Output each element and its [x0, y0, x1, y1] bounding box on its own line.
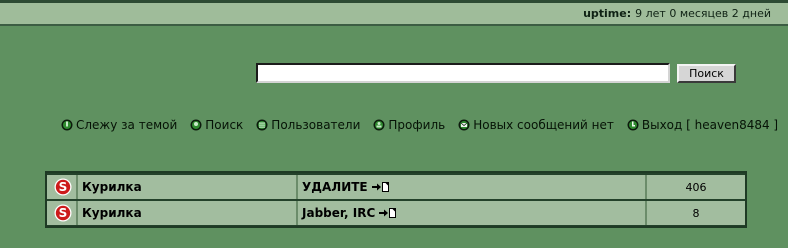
goto-new-post-icon[interactable] — [371, 182, 389, 192]
nav-watched-topics[interactable]: Слежу за темой — [61, 118, 177, 132]
forum-icon-cell: S — [49, 175, 76, 199]
forum-s-icon: S — [54, 178, 71, 196]
topic-title-cell: УДАЛИТЕ — [298, 175, 645, 199]
nav-label: Поиск — [205, 118, 244, 132]
topic-title[interactable]: Jabber, IRC — [302, 206, 375, 220]
forum-name[interactable]: Курилка — [78, 175, 296, 199]
topics-table: S Курилка УДАЛИТЕ 406 S Курилка Jabber, … — [45, 171, 747, 228]
nav-users[interactable]: Пользователи — [256, 118, 360, 132]
nav-label: Выход [ heaven8484 ] — [641, 118, 779, 132]
user-nav: Слежу за темой Поиск Пользователи Профил… — [61, 118, 778, 132]
nav-messages[interactable]: Новых сообщений нет — [458, 118, 614, 132]
table-row: S Курилка УДАЛИТЕ 406 — [47, 175, 745, 199]
status-bar: uptime: 9 лет 0 месяцев 2 дней — [0, 0, 788, 26]
nav-label: Профиль — [388, 118, 446, 132]
uptime-label: uptime: — [583, 7, 632, 20]
post-count: 406 — [685, 180, 707, 194]
nav-label: Пользователи — [271, 118, 361, 132]
logout-icon — [627, 119, 639, 131]
users-icon — [256, 119, 268, 131]
nav-label: Слежу за темой — [76, 118, 178, 132]
goto-new-post-icon[interactable] — [379, 208, 397, 218]
bookmark-icon — [61, 119, 73, 131]
uptime-value: 9 лет 0 месяцев 2 дней — [635, 7, 771, 20]
nav-profile[interactable]: Профиль — [373, 118, 445, 132]
messages-icon — [458, 119, 470, 131]
table-row: S Курилка Jabber, IRC 8 — [47, 201, 745, 225]
svg-text:S: S — [58, 206, 67, 220]
nav-label: Новых сообщений нет — [473, 118, 614, 132]
forum-s-icon: S — [54, 204, 71, 222]
forum-icon-cell: S — [49, 201, 76, 225]
nav-search[interactable]: Поиск — [190, 118, 243, 132]
post-count: 8 — [692, 206, 700, 220]
svg-text:S: S — [58, 180, 67, 194]
profile-icon — [373, 119, 385, 131]
topic-title-cell: Jabber, IRC — [298, 201, 645, 225]
nav-logout[interactable]: Выход [ heaven8484 ] — [627, 118, 778, 132]
topic-title[interactable]: УДАЛИТЕ — [302, 180, 368, 194]
search-icon — [190, 119, 202, 131]
forum-name[interactable]: Курилка — [78, 201, 296, 225]
search-bar: Поиск — [256, 63, 736, 83]
search-button[interactable]: Поиск — [677, 63, 736, 83]
search-input[interactable] — [256, 63, 670, 83]
